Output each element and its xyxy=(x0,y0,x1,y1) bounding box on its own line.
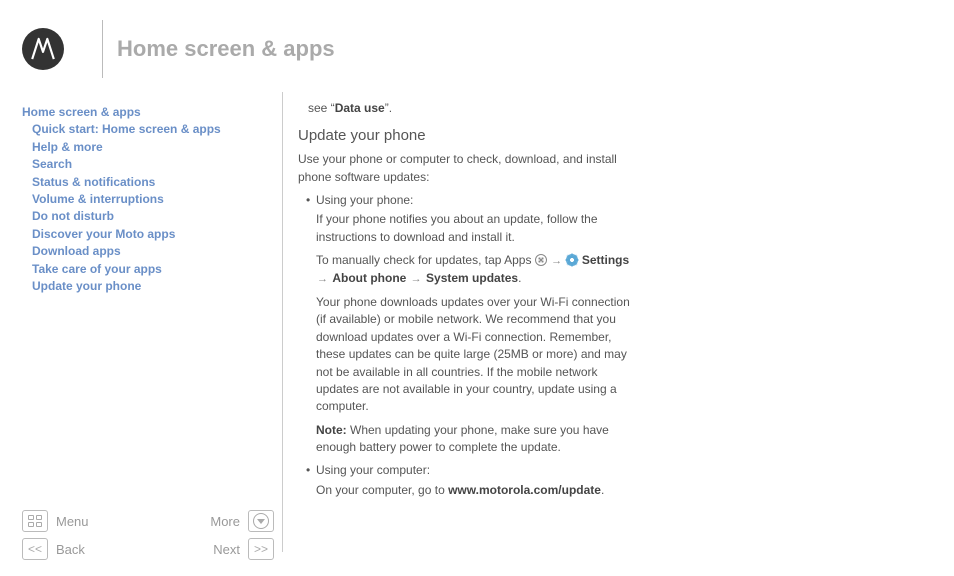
note-label: Note: xyxy=(316,423,347,437)
nav-item-quickstart[interactable]: Quick start: Home screen & apps xyxy=(22,121,272,138)
nav-item-status[interactable]: Status & notifications xyxy=(22,174,272,191)
nav-item-dnd[interactable]: Do not disturb xyxy=(22,208,272,225)
back-label: Back xyxy=(56,542,85,557)
nav-item-takecare[interactable]: Take care of your apps xyxy=(22,261,272,278)
main-content: see “Data use”. Update your phone Use yo… xyxy=(298,100,638,505)
nav-item-download[interactable]: Download apps xyxy=(22,243,272,260)
bullet-using-phone: Using your phone: xyxy=(298,192,638,209)
nav-item-help[interactable]: Help & more xyxy=(22,139,272,156)
note-text: When updating your phone, make sure you … xyxy=(316,423,609,454)
nav-item-update[interactable]: Update your phone xyxy=(22,278,272,295)
more-label: More xyxy=(210,514,240,529)
arrow-icon: → xyxy=(550,255,563,267)
nav-section-title[interactable]: Home screen & apps xyxy=(22,104,272,121)
nav-item-discover[interactable]: Discover your Moto apps xyxy=(22,226,272,243)
computer-p1: On your computer, go to www.motorola.com… xyxy=(298,482,638,499)
menu-label: Menu xyxy=(56,514,89,529)
arrow-icon: → xyxy=(410,273,423,285)
phone-p1: If your phone notifies you about an upda… xyxy=(298,211,638,246)
phone-note: Note: When updating your phone, make sur… xyxy=(298,422,638,457)
aboutphone-label: About phone xyxy=(332,271,406,285)
phone-p3: Your phone downloads updates over your W… xyxy=(298,294,638,416)
sidebar-nav: Home screen & apps Quick start: Home scr… xyxy=(22,104,272,295)
computer-post: . xyxy=(601,483,604,497)
content-divider xyxy=(282,92,283,552)
update-intro: Use your phone or computer to check, dow… xyxy=(298,151,638,186)
back-chevrons-icon: << xyxy=(22,538,48,560)
systemupdates-label: System updates xyxy=(426,271,518,285)
header-divider xyxy=(102,20,103,78)
more-button[interactable]: More xyxy=(210,510,274,532)
phone-p2: To manually check for updates, tap Apps … xyxy=(298,252,638,288)
menu-button[interactable]: Menu xyxy=(22,510,89,532)
menu-grid-icon xyxy=(22,510,48,532)
update-url[interactable]: www.motorola.com/update xyxy=(448,483,601,497)
carry-pre: see “ xyxy=(308,101,335,115)
carry-bold: Data use xyxy=(335,101,385,115)
motorola-logo-icon xyxy=(22,28,64,70)
nav-item-search[interactable]: Search xyxy=(22,156,272,173)
carry-post: ”. xyxy=(385,101,392,115)
next-chevrons-icon: >> xyxy=(248,538,274,560)
more-dropdown-icon xyxy=(248,510,274,532)
settings-label: Settings xyxy=(582,253,629,267)
settings-gear-icon xyxy=(566,254,578,266)
next-label: Next xyxy=(213,542,240,557)
carryover-line: see “Data use”. xyxy=(298,100,638,117)
footer-nav: Menu More << Back >> Next xyxy=(22,510,274,566)
next-button[interactable]: >> Next xyxy=(213,538,274,560)
section-heading-update: Update your phone xyxy=(298,125,638,147)
bullet-using-computer: Using your computer: xyxy=(298,462,638,479)
apps-icon xyxy=(535,254,547,266)
page-header: Home screen & apps xyxy=(22,20,335,78)
page-title: Home screen & apps xyxy=(117,36,335,62)
back-button[interactable]: << Back xyxy=(22,538,85,560)
phone-p2-pre: To manually check for updates, tap Apps xyxy=(316,253,535,267)
nav-item-volume[interactable]: Volume & interruptions xyxy=(22,191,272,208)
computer-pre: On your computer, go to xyxy=(316,483,448,497)
arrow-icon: → xyxy=(316,273,329,285)
